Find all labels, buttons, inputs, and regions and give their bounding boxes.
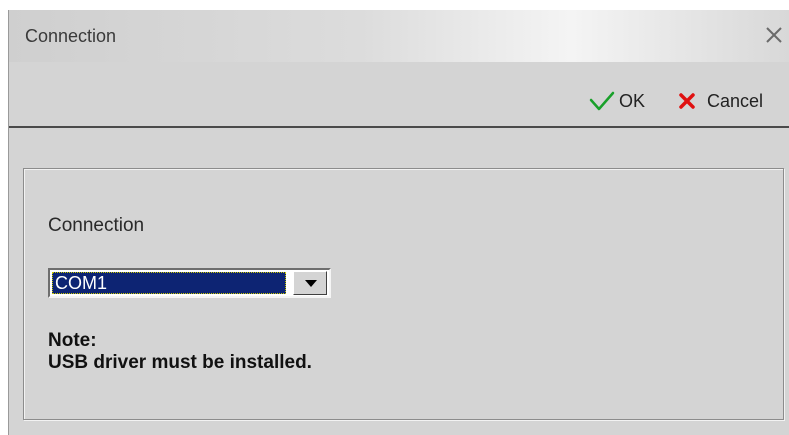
checkmark-icon <box>589 91 615 111</box>
ok-button[interactable]: OK <box>589 88 645 114</box>
window-title: Connection <box>25 26 117 46</box>
cancel-label: Cancel <box>707 90 764 111</box>
connection-dialog: Connection OK Cancel Connection COM1 Not… <box>8 10 789 435</box>
ok-label: OK <box>619 90 646 111</box>
connection-group: Connection COM1 Note: USB driver must be… <box>23 168 784 420</box>
toolbar: OK Cancel <box>9 62 789 128</box>
dropdown-arrow-button[interactable] <box>293 271 327 295</box>
cancel-x-icon <box>679 93 695 109</box>
connection-select[interactable]: COM1 <box>48 268 331 298</box>
note-title: Note: <box>48 330 97 351</box>
cancel-button[interactable]: Cancel <box>677 88 763 114</box>
connection-label: Connection <box>48 215 145 236</box>
chevron-down-icon <box>305 280 317 287</box>
title-bar[interactable]: Connection <box>9 10 789 62</box>
connection-select-value[interactable]: COM1 <box>52 272 286 294</box>
close-icon[interactable] <box>761 22 787 48</box>
note-text: USB driver must be installed. <box>48 352 312 373</box>
